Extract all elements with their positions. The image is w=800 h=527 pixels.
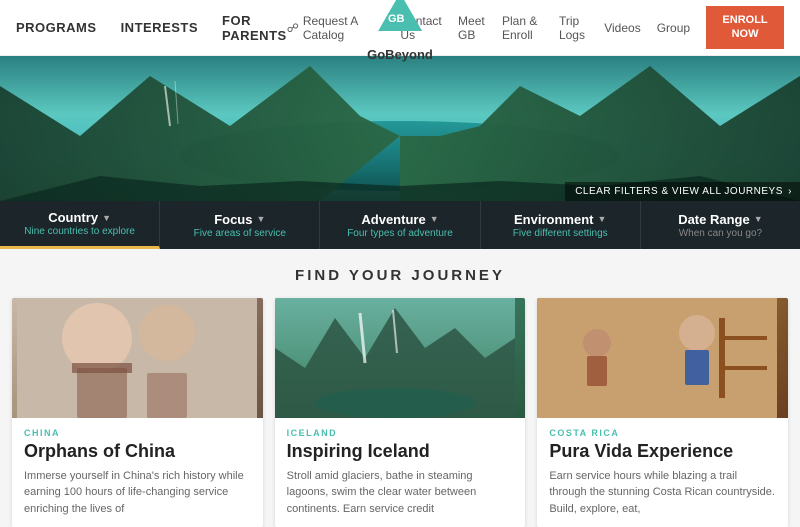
card-country-costarica: COSTA RICA (549, 428, 776, 438)
request-catalog-link[interactable]: ☍ Request A Catalog (287, 14, 375, 42)
chevron-down-icon: ▼ (102, 213, 111, 223)
card-country-china: CHINA (24, 428, 251, 438)
card-costarica[interactable]: COSTA RICA Pura Vida Experience Earn ser… (537, 298, 788, 527)
card-image-iceland (275, 298, 526, 418)
chevron-down-icon: ▼ (754, 214, 763, 224)
china-illustration (17, 298, 257, 418)
nav-for-parents[interactable]: For Parents (222, 13, 287, 43)
chevron-down-icon: ▼ (430, 214, 439, 224)
logo-text[interactable]: GoBeyond (367, 47, 433, 62)
nav-plan-enroll[interactable]: Plan & Enroll (502, 14, 543, 42)
costarica-illustration (537, 298, 777, 418)
secondary-nav: Meet GB Plan & Enroll Trip Logs Videos G… (458, 14, 690, 42)
nav-trip-logs[interactable]: Trip Logs (559, 14, 588, 42)
card-title-costarica: Pura Vida Experience (549, 442, 776, 462)
chevron-down-icon: ▼ (256, 214, 265, 224)
top-bar: Programs Interests For Parents GoBeyond … (0, 0, 800, 56)
filter-environment[interactable]: Environment ▼ Five different settings (481, 201, 641, 249)
nav-group[interactable]: Group (657, 21, 690, 35)
filter-country[interactable]: Country ▼ Nine countries to explore (0, 201, 160, 249)
nav-programs[interactable]: Programs (16, 20, 97, 35)
card-title-china: Orphans of China (24, 442, 251, 462)
filter-focus[interactable]: Focus ▼ Five areas of service (160, 201, 320, 249)
main-nav: Programs Interests For Parents (16, 13, 287, 43)
logo-area: GoBeyond (367, 0, 433, 62)
catalog-icon: ☍ (287, 21, 299, 35)
chevron-down-icon: ▼ (597, 214, 606, 224)
card-image-costarica (537, 298, 788, 418)
enroll-button[interactable]: ENROLL NOW (706, 6, 784, 48)
nav-meet-gb[interactable]: Meet GB (458, 14, 486, 42)
logo-triangle-icon (378, 0, 422, 31)
card-desc-china: Immerse yourself in China's rich history… (24, 468, 251, 518)
iceland-illustration (275, 298, 515, 418)
filter-date-range[interactable]: Date Range ▼ When can you go? (641, 201, 800, 249)
card-desc-costarica: Earn service hours while blazing a trail… (549, 468, 776, 518)
section-title: FIND YOUR JOURNEY (0, 249, 800, 298)
hero-section: CLEAR FILTERS & VIEW ALL JOURNEYS › (0, 56, 800, 201)
clear-filters-bar[interactable]: CLEAR FILTERS & VIEW ALL JOURNEYS › (565, 182, 800, 201)
filter-bar: Country ▼ Nine countries to explore Focu… (0, 201, 800, 249)
filter-adventure[interactable]: Adventure ▼ Four types of adventure (320, 201, 480, 249)
card-body-costarica: COSTA RICA Pura Vida Experience Earn ser… (537, 418, 788, 527)
card-body-china: CHINA Orphans of China Immerse yourself … (12, 418, 263, 527)
card-china[interactable]: CHINA Orphans of China Immerse yourself … (12, 298, 263, 527)
card-body-iceland: ICELAND Inspiring Iceland Stroll amid gl… (275, 418, 526, 527)
nav-interests[interactable]: Interests (121, 20, 198, 35)
cards-row: CHINA Orphans of China Immerse yourself … (0, 298, 800, 527)
nav-videos[interactable]: Videos (604, 21, 640, 35)
hero-background (0, 56, 800, 201)
card-title-iceland: Inspiring Iceland (287, 442, 514, 462)
card-country-iceland: ICELAND (287, 428, 514, 438)
card-iceland[interactable]: ICELAND Inspiring Iceland Stroll amid gl… (275, 298, 526, 527)
clear-filters-label: CLEAR FILTERS & VIEW ALL JOURNEYS (575, 186, 783, 197)
card-image-china (12, 298, 263, 418)
arrow-icon: › (788, 186, 792, 197)
card-desc-iceland: Stroll amid glaciers, bathe in steaming … (287, 468, 514, 518)
